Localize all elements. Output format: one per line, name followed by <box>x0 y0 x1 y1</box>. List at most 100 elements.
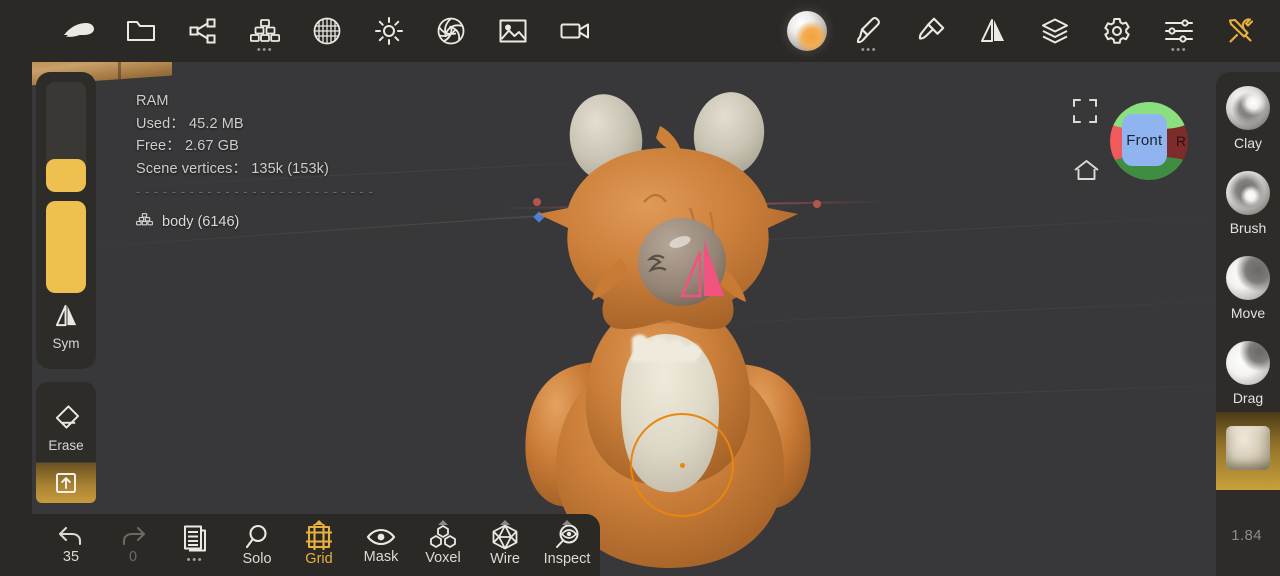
fullscreen-icon[interactable] <box>1072 98 1098 129</box>
stats-free-key: Free： <box>136 138 181 154</box>
viewport-streak <box>732 382 1280 403</box>
brush-intensity-slider-fill <box>46 201 86 293</box>
brush-item-crease[interactable] <box>1216 412 1280 490</box>
gear-icon[interactable] <box>1086 0 1148 62</box>
undo-arrow-icon <box>58 526 82 545</box>
erase-label: Erase <box>48 438 84 453</box>
stats-overlay: RAM Used： 45.2 MB Free： 2.67 GB Scene ve… <box>136 90 373 233</box>
symmetry-label: Sym <box>52 336 80 351</box>
mirror-symmetry-icon <box>54 303 79 333</box>
inspect-button[interactable]: Inspect <box>536 514 598 576</box>
redo-button[interactable]: 0 <box>102 514 164 576</box>
brush-icon[interactable]: ••• <box>838 0 900 62</box>
sliders-more-dots[interactable]: ••• <box>1148 45 1210 56</box>
multires-more-dots[interactable]: ••• <box>234 45 296 56</box>
symmetry-toggle-button[interactable]: Sym <box>36 293 96 359</box>
image-icon[interactable] <box>482 0 544 62</box>
app-logo-icon[interactable] <box>48 0 110 62</box>
inspect-caret-icon[interactable] <box>562 520 572 525</box>
mask-label: Mask <box>363 548 399 565</box>
brush-item-brush[interactable]: Brush <box>1216 157 1280 242</box>
voxel-button[interactable]: Voxel <box>412 514 474 576</box>
layers-panel-button[interactable]: ••• <box>164 514 226 576</box>
brush-label-brush: Brush <box>1229 220 1267 236</box>
brush-label-clay: Clay <box>1233 135 1262 151</box>
voxel-caret-icon[interactable] <box>438 520 448 525</box>
paint-fill-icon[interactable] <box>900 0 962 62</box>
grid-button[interactable]: Grid <box>288 514 350 576</box>
axis-handle-x-left[interactable] <box>533 198 541 206</box>
sphere-grid-icon[interactable] <box>296 0 358 62</box>
solo-label: Solo <box>242 550 272 567</box>
brush-intensity-slider[interactable] <box>46 201 86 293</box>
share-topology-icon[interactable] <box>172 0 234 62</box>
brush-size-slider[interactable] <box>46 82 86 192</box>
brush-cursor <box>630 413 734 517</box>
brush-item-drag[interactable]: Drag <box>1216 327 1280 412</box>
undo-button[interactable]: 35 <box>40 514 102 576</box>
brush-more-dots[interactable]: ••• <box>838 45 900 56</box>
view-orientation-gizmo[interactable]: Front R <box>1110 102 1188 180</box>
wireframe-icon <box>492 524 518 549</box>
tools-icon[interactable] <box>1210 0 1272 62</box>
gizmo-sphere: Front R <box>1110 102 1188 180</box>
multires-pyramid-icon <box>136 211 153 234</box>
voxel-cubes-icon <box>430 524 456 548</box>
redo-arrow-icon <box>122 526 146 545</box>
mirror-symmetry-icon[interactable] <box>962 0 1024 62</box>
brush-label-move: Move <box>1230 305 1266 321</box>
grid-caret-icon[interactable] <box>314 520 324 525</box>
stats-divider: - - - - - - - - - - - - - - - - - - - - … <box>136 184 374 199</box>
brush-item-clay[interactable]: Clay <box>1216 72 1280 157</box>
brush-thumb-brush <box>1226 171 1270 215</box>
layers-icon[interactable] <box>1024 0 1086 62</box>
stats-vertices-key: Scene vertices： <box>136 160 248 177</box>
brush-item-move[interactable]: Move <box>1216 242 1280 327</box>
stats-free-row: Free： 2.67 GB <box>136 135 373 158</box>
top-toolbar-right-group: ••• ••• <box>776 0 1280 62</box>
upload-button[interactable] <box>36 463 96 503</box>
mask-button[interactable]: Mask <box>350 514 412 576</box>
gizmo-face-front[interactable]: Front <box>1121 114 1167 166</box>
grid-label: Grid <box>305 550 333 567</box>
undo-count: 35 <box>62 548 80 565</box>
axis-handle-z[interactable] <box>533 211 545 223</box>
brush-size-slider-fill <box>46 159 86 192</box>
erase-button[interactable]: Erase <box>36 394 96 461</box>
viewport-3d[interactable]: Front R RAM Used： 45.2 MB Free： 2.67 GB … <box>32 62 1280 576</box>
scene-object-entry[interactable]: body (6146) <box>136 211 373 234</box>
sliders-icon[interactable]: ••• <box>1148 0 1210 62</box>
redo-count: 0 <box>128 548 138 565</box>
stats-vertices-value: 135k (153k) <box>251 160 329 177</box>
solo-button[interactable]: Solo <box>226 514 288 576</box>
wire-caret-icon[interactable] <box>500 520 510 525</box>
aperture-icon[interactable] <box>420 0 482 62</box>
wire-button[interactable]: Wire <box>474 514 536 576</box>
inspect-eye-icon <box>556 524 579 548</box>
brush-thumb-move <box>1226 256 1270 300</box>
axis-handle-x-right[interactable] <box>813 200 821 208</box>
stats-free-value: 2.67 GB <box>184 138 239 154</box>
brush-cursor-center-dot <box>679 462 685 468</box>
brush-label-drag: Drag <box>1232 390 1264 406</box>
axis-line-z <box>472 205 802 220</box>
app-root: Front R RAM Used： 45.2 MB Free： 2.67 GB … <box>0 0 1280 576</box>
inspect-label: Inspect <box>543 550 591 567</box>
material-sphere-icon[interactable] <box>776 0 838 62</box>
grid-frame-icon <box>306 523 332 550</box>
home-icon[interactable] <box>1073 158 1100 187</box>
stats-used-key: Used： <box>136 115 185 132</box>
brush-thumb-drag <box>1226 341 1270 385</box>
gizmo-face-right-label[interactable]: R <box>1176 133 1186 149</box>
light-sun-icon[interactable] <box>358 0 420 62</box>
video-camera-icon[interactable] <box>544 0 606 62</box>
stats-vertices-row: Scene vertices： 135k (153k) <box>136 158 373 181</box>
voxel-label: Voxel <box>425 549 461 566</box>
brush-thumb-crease <box>1226 426 1270 470</box>
multires-pyramid-icon[interactable]: ••• <box>234 0 296 62</box>
open-file-icon[interactable] <box>110 0 172 62</box>
layers-panel-dots[interactable]: ••• <box>187 554 204 566</box>
top-toolbar-left-group: ••• <box>32 0 606 62</box>
material-preview-sphere <box>787 11 827 51</box>
wire-label: Wire <box>490 550 520 567</box>
